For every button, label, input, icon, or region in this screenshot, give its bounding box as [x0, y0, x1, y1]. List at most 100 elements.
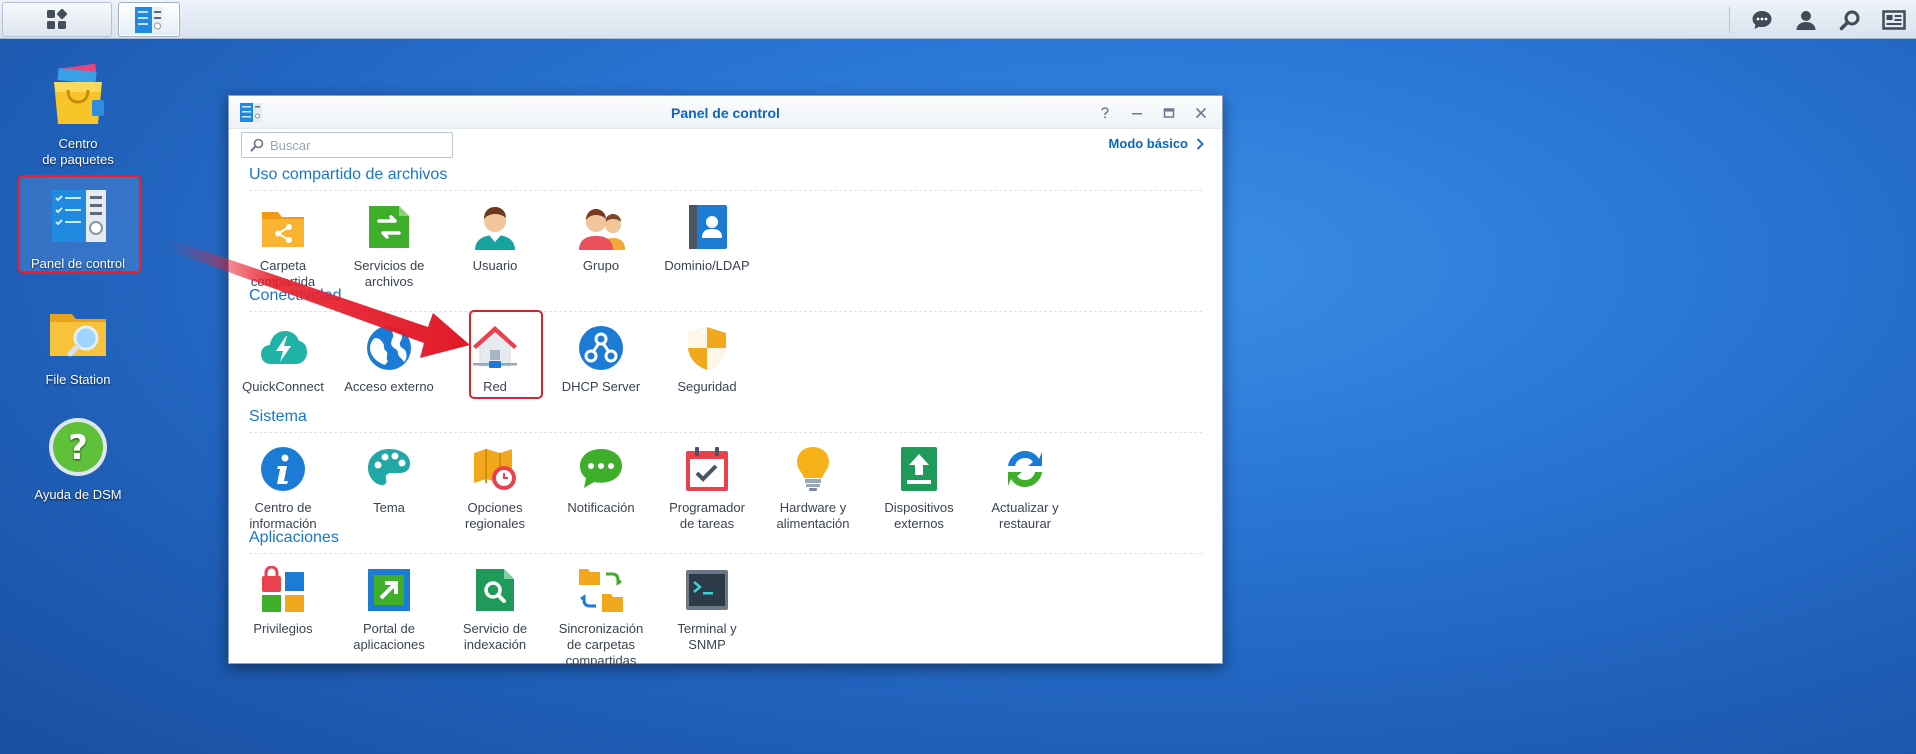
item-label: Sincronización de carpetas compartidas: [558, 621, 644, 668]
desktop-icon-label: Panel de control: [31, 256, 125, 271]
item-privileges[interactable]: Privilegios: [230, 565, 336, 637]
terminal-snmp-icon: [686, 570, 728, 610]
item-application-portal[interactable]: Portal de aplicaciones: [336, 566, 442, 653]
package-center-icon: [54, 63, 104, 124]
basic-mode-link[interactable]: Modo básico: [1109, 136, 1204, 151]
search-icon: [250, 138, 264, 152]
section-divider: [249, 190, 1202, 191]
desktop-icon-label: Ayuda de DSM: [34, 487, 122, 502]
item-external-access[interactable]: Acceso externo: [336, 324, 442, 395]
section-divider: [249, 311, 1202, 312]
control-panel-icon: [135, 6, 163, 33]
item-task-scheduler[interactable]: Programador de tareas: [654, 445, 760, 532]
chat-icon: [1752, 10, 1772, 29]
file-station-icon: [50, 314, 106, 357]
item-label: Hardware y alimentación: [776, 500, 850, 531]
widgets-button[interactable]: [1872, 0, 1916, 39]
item-notification[interactable]: Notificación: [548, 445, 654, 516]
minimize-icon: [1132, 113, 1142, 115]
item-regional-options[interactable]: Opciones regionales: [442, 445, 548, 532]
item-label: Opciones regionales: [465, 500, 525, 531]
close-button[interactable]: [1188, 102, 1214, 124]
item-terminal-snmp[interactable]: Terminal y SNMP: [654, 566, 760, 653]
search-button[interactable]: [1828, 0, 1872, 39]
desktop-icon-package-center[interactable]: Centro de paquetes: [18, 63, 138, 168]
item-security[interactable]: Seguridad: [654, 324, 760, 395]
search-input[interactable]: [270, 137, 440, 153]
item-domain-ldap[interactable]: Dominio/LDAP: [654, 203, 760, 274]
search-field[interactable]: [241, 132, 453, 158]
item-dhcp-server[interactable]: DHCP Server: [548, 324, 654, 395]
item-label: Notificación: [567, 500, 635, 515]
taskbar-divider: [1729, 6, 1730, 33]
window-titlebar[interactable]: Panel de control: [229, 96, 1222, 129]
notification-icon: [580, 449, 622, 488]
shared-folder-sync-icon: [579, 569, 623, 612]
item-indexing-service[interactable]: Servicio de indexación: [442, 566, 548, 653]
hardware-power-icon: [797, 447, 829, 491]
section-title-connectivity: Conectividad: [249, 287, 342, 304]
control-panel-icon: [52, 190, 106, 242]
item-label: Tema: [373, 500, 405, 515]
section-title-system: Sistema: [249, 408, 307, 425]
dhcp-server-icon: [579, 326, 623, 370]
item-shared-folder[interactable]: Carpeta compartida: [230, 203, 336, 290]
taskbar-control-panel-button[interactable]: [118, 2, 180, 37]
minimize-button[interactable]: [1124, 102, 1150, 124]
chevron-right-icon: [1196, 137, 1204, 150]
regional-options-icon: [474, 449, 516, 490]
item-label: Servicios de archivos: [353, 258, 425, 289]
window-title: Panel de control: [671, 105, 780, 121]
item-label: Programador de tareas: [669, 500, 745, 531]
update-restore-icon: [1008, 451, 1042, 487]
item-theme[interactable]: Tema: [336, 445, 442, 516]
privileges-icon: [262, 565, 304, 612]
item-hardware-power[interactable]: Hardware y alimentación: [760, 445, 866, 532]
desktop-icon-dsm-help[interactable]: ? Ayuda de DSM: [18, 415, 138, 503]
theme-icon: [368, 449, 410, 485]
security-icon: [688, 327, 726, 370]
section-divider: [249, 432, 1202, 433]
item-shared-folder-sync[interactable]: Sincronización de carpetas compartidas: [548, 566, 654, 669]
external-access-icon: [367, 326, 411, 370]
task-scheduler-icon: [686, 447, 728, 491]
external-devices-icon: [901, 447, 937, 491]
desktop-icon-control-panel[interactable]: Panel de control: [18, 184, 138, 272]
item-file-services[interactable]: Servicios de archivos: [336, 203, 442, 290]
item-quickconnect[interactable]: QuickConnect: [230, 324, 336, 395]
file-services-icon: [369, 206, 409, 248]
item-external-devices[interactable]: Dispositivos externos: [866, 445, 972, 532]
shared-folder-icon: [262, 212, 304, 247]
maximize-button[interactable]: [1156, 102, 1182, 124]
item-user[interactable]: Usuario: [442, 203, 548, 274]
item-label: Terminal y SNMP: [677, 621, 737, 652]
taskbar: [0, 0, 1916, 39]
help-button[interactable]: [1092, 102, 1118, 124]
widgets-icon: [1882, 9, 1906, 30]
section-title-applications: Aplicaciones: [249, 529, 339, 546]
item-label: Portal de aplicaciones: [353, 621, 425, 652]
basic-mode-label: Modo básico: [1108, 136, 1188, 151]
main-menu-button[interactable]: [2, 2, 112, 37]
indexing-service-icon: [476, 569, 514, 611]
application-portal-icon: [368, 569, 410, 611]
desktop-icon-label: Centro de paquetes: [42, 136, 114, 167]
item-label: Actualizar y restaurar: [991, 500, 1059, 531]
desktop-icon-file-station[interactable]: File Station: [18, 300, 138, 388]
grid-menu-icon: [47, 8, 68, 29]
search-icon: [1839, 10, 1860, 30]
item-info-center[interactable]: Centro de información: [230, 445, 336, 532]
maximize-icon: [1163, 108, 1175, 118]
user-options-button[interactable]: [1784, 0, 1828, 39]
item-label: Usuario: [472, 258, 518, 273]
item-label: Grupo: [582, 258, 620, 273]
section-divider: [249, 553, 1202, 554]
item-label: Centro de información: [249, 500, 317, 531]
user-icon: [1796, 10, 1816, 30]
user-icon: [475, 207, 515, 250]
help-icon: ?: [49, 418, 107, 476]
item-label: Servicio de indexación: [462, 621, 528, 652]
item-update-restore[interactable]: Actualizar y restaurar: [972, 445, 1078, 532]
notifications-chat-button[interactable]: [1740, 0, 1784, 39]
item-group[interactable]: Grupo: [548, 203, 654, 274]
